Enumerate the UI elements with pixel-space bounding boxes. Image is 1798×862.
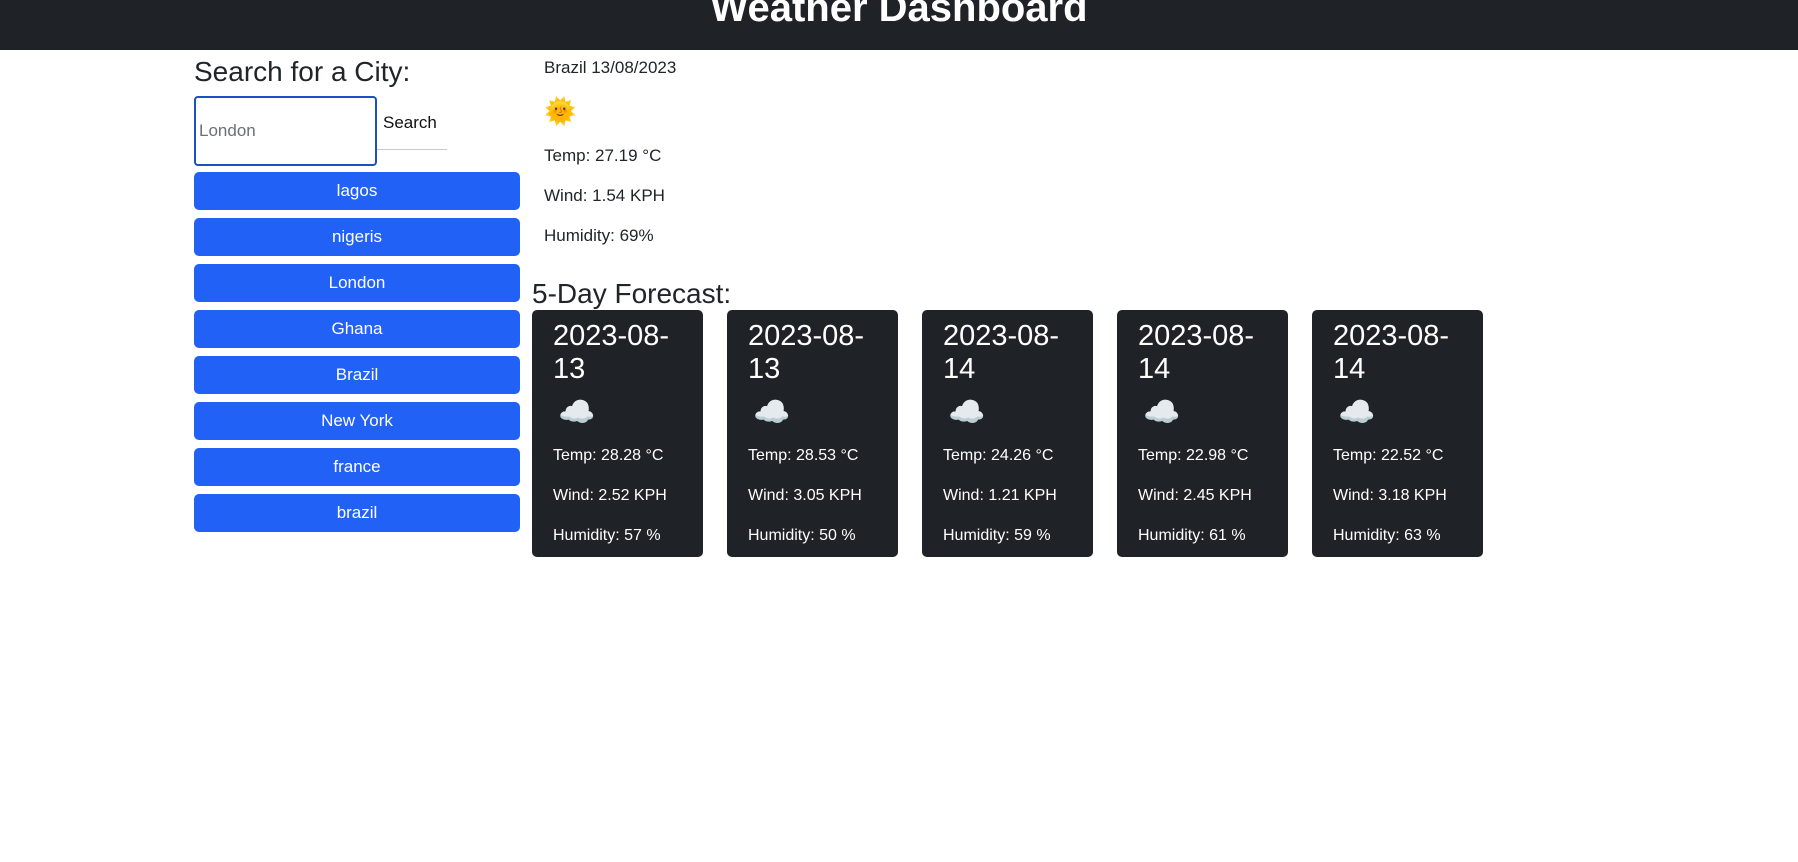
history-city-button[interactable]: brazil xyxy=(194,494,520,532)
forecast-wind: Wind: 2.52 KPH xyxy=(553,487,667,504)
forecast-humidity: Humidity: 61 % xyxy=(1138,527,1246,544)
forecast-heading: 5-Day Forecast: xyxy=(532,278,732,309)
current-weather: Brazil 13/08/2023 🌞 Temp: 27.19 °C Wind:… xyxy=(544,58,1044,266)
forecast-card: 2023-08-14 ☁️ Temp: 24.26 °C Wind: 1.21 … xyxy=(922,310,1093,557)
search-row: Search xyxy=(194,96,520,174)
history-city-button[interactable]: New York xyxy=(194,402,520,440)
history-city-button[interactable]: Brazil xyxy=(194,356,520,394)
forecast-temp: Temp: 28.53 °C xyxy=(748,447,859,464)
history-city-button[interactable]: nigeris xyxy=(194,218,520,256)
forecast-wind: Wind: 2.45 KPH xyxy=(1138,487,1252,504)
search-sidebar: Search for a City: Search lagos nigeris … xyxy=(194,56,520,540)
forecast-date: 2023-08-14 xyxy=(943,320,1060,385)
forecast-date: 2023-08-13 xyxy=(553,320,670,385)
cloud-icon: ☁️ xyxy=(558,396,596,429)
broken-clouds-icon: ☁️ xyxy=(948,396,986,429)
history-city-button[interactable]: france xyxy=(194,448,520,486)
forecast-temp: Temp: 22.98 °C xyxy=(1138,447,1249,464)
forecast-humidity: Humidity: 63 % xyxy=(1333,527,1441,544)
city-search-input[interactable] xyxy=(194,96,377,166)
sunny-icon: 🌞 xyxy=(544,96,577,126)
forecast-humidity: Humidity: 50 % xyxy=(748,527,856,544)
forecast-wind: Wind: 3.18 KPH xyxy=(1333,487,1447,504)
history-city-button[interactable]: London xyxy=(194,264,520,302)
history-city-button[interactable]: Ghana xyxy=(194,310,520,348)
forecast-date: 2023-08-14 xyxy=(1333,320,1450,385)
search-history-list: lagos nigeris London Ghana Brazil New Yo… xyxy=(194,172,520,532)
forecast-card: 2023-08-13 ☁️ Temp: 28.28 °C Wind: 2.52 … xyxy=(532,310,703,557)
current-temp: Temp: 27.19 °C xyxy=(544,146,662,165)
forecast-card: 2023-08-13 ☁️ Temp: 28.53 °C Wind: 3.05 … xyxy=(727,310,898,557)
forecast-date: 2023-08-14 xyxy=(1138,320,1255,385)
forecast-date: 2023-08-13 xyxy=(748,320,865,385)
search-heading: Search for a City: xyxy=(194,56,411,87)
current-wind: Wind: 1.54 KPH xyxy=(544,186,665,205)
forecast-temp: Temp: 28.28 °C xyxy=(553,447,664,464)
history-city-button[interactable]: lagos xyxy=(194,172,520,210)
current-humidity: Humidity: 69% xyxy=(544,226,654,245)
current-city-date: Brazil 13/08/2023 xyxy=(544,58,677,77)
search-button[interactable]: Search xyxy=(377,96,447,150)
forecast-wind: Wind: 3.05 KPH xyxy=(748,487,862,504)
forecast-temp: Temp: 22.52 °C xyxy=(1333,447,1444,464)
forecast-card: 2023-08-14 ☁️ Temp: 22.98 °C Wind: 2.45 … xyxy=(1117,310,1288,557)
broken-clouds-icon: ☁️ xyxy=(1143,396,1181,429)
forecast-wind: Wind: 1.21 KPH xyxy=(943,487,1057,504)
broken-clouds-icon: ☁️ xyxy=(753,396,791,429)
broken-clouds-icon: ☁️ xyxy=(1338,396,1376,429)
page-title: Weather Dashboard xyxy=(710,0,1088,30)
forecast-humidity: Humidity: 57 % xyxy=(553,527,661,544)
forecast-humidity: Humidity: 59 % xyxy=(943,527,1051,544)
forecast-card: 2023-08-14 ☁️ Temp: 22.52 °C Wind: 3.18 … xyxy=(1312,310,1483,557)
header-bar: Weather Dashboard xyxy=(0,0,1798,50)
forecast-temp: Temp: 24.26 °C xyxy=(943,447,1054,464)
